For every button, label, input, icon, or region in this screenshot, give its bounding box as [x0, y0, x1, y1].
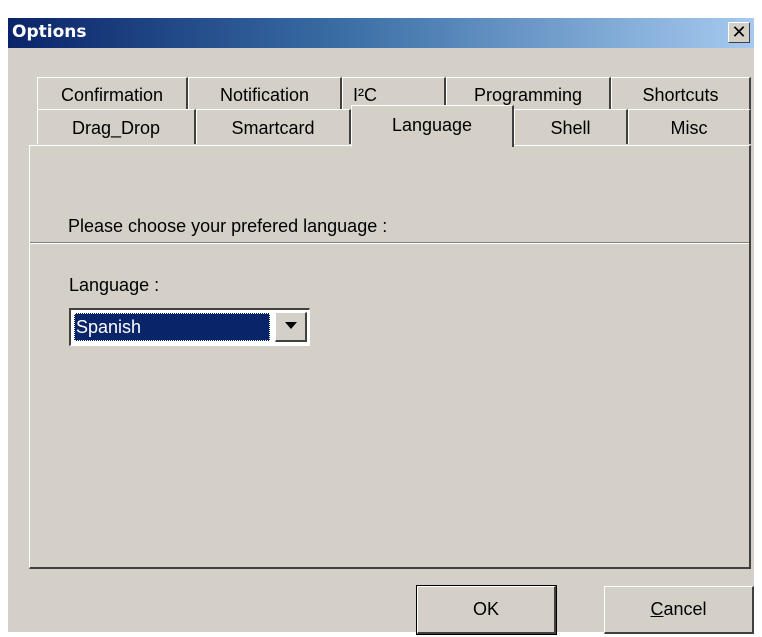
tab-shell[interactable]: Shell: [514, 109, 628, 144]
tab-language[interactable]: Language: [351, 105, 514, 147]
language-select-value: Spanish: [74, 313, 270, 341]
tab-shortcuts[interactable]: Shortcuts: [611, 77, 751, 109]
options-dialog: Options ✕ Confirmation Notification I²C …: [8, 18, 754, 635]
tab-label: Shortcuts: [642, 85, 719, 105]
tab-label: Shell: [550, 118, 591, 138]
tab-label: Misc: [670, 118, 708, 138]
language-prompt: Please choose your prefered language :: [68, 216, 388, 236]
tab-confirmation[interactable]: Confirmation: [37, 77, 188, 109]
title-bar[interactable]: Options ✕: [8, 18, 754, 48]
close-icon: ✕: [731, 22, 747, 42]
language-label: Language :: [69, 275, 160, 295]
cancel-button-label: ancel: [663, 599, 707, 619]
close-button[interactable]: ✕: [728, 22, 750, 43]
cancel-button-accelerator: C: [650, 599, 664, 619]
tab-misc[interactable]: Misc: [628, 109, 751, 144]
dropdown-button[interactable]: [275, 312, 307, 342]
chevron-down-icon: [285, 322, 297, 329]
tab-notification[interactable]: Notification: [188, 77, 342, 109]
ok-button[interactable]: OK: [416, 585, 557, 635]
tab-smartcard[interactable]: Smartcard: [196, 109, 351, 144]
language-tab-panel: Please choose your prefered language : L…: [29, 145, 751, 569]
language-select[interactable]: Spanish: [69, 308, 310, 346]
ok-button-label: OK: [472, 599, 499, 619]
separator: [30, 242, 749, 244]
tab-label: Smartcard: [231, 118, 315, 138]
tab-label: Language: [391, 115, 473, 135]
tab-label: Drag_Drop: [71, 118, 161, 138]
tab-label: Notification: [219, 85, 310, 105]
window-title: Options: [12, 22, 87, 42]
tab-drag-drop[interactable]: Drag_Drop: [37, 109, 196, 144]
cancel-button[interactable]: Cancel: [604, 586, 754, 634]
tab-label: Confirmation: [60, 85, 164, 105]
